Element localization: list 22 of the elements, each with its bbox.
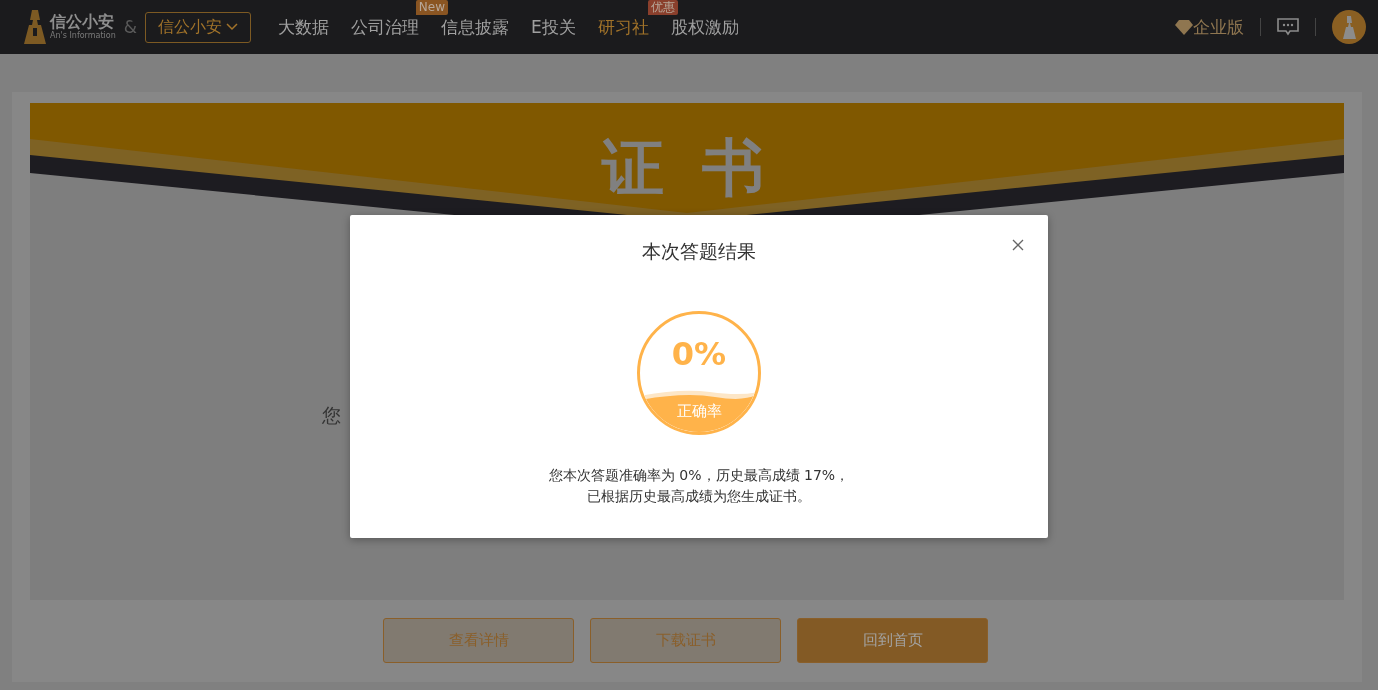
chat-icon[interactable]: [1277, 18, 1299, 36]
result-message: 您本次答题准确率为 0%，历史最高成绩 17%，: [548, 466, 850, 485]
avatar-icon[interactable]: [1332, 10, 1366, 44]
logo-name: 信公小安: [50, 13, 115, 31]
chevron-down-icon: [226, 23, 239, 31]
ampersand: &: [123, 17, 138, 37]
result-message: 已根据历史最高成绩为您生成证书。: [586, 487, 812, 506]
tower-logo-icon: [24, 10, 46, 44]
product-dropdown[interactable]: 信公小安: [145, 11, 252, 43]
certificate-text: 您: [322, 403, 341, 428]
nav-badge: 优惠: [647, 0, 678, 15]
nav-badge: New: [415, 0, 449, 15]
nav-link[interactable]: E投关: [520, 8, 587, 46]
score-value: 0%: [670, 335, 728, 373]
edition-label: 企业版: [1193, 15, 1244, 39]
nav-link[interactable]: 大数据: [267, 8, 341, 46]
diamond-icon: [1175, 19, 1193, 35]
dialog-title: 本次答题结果: [642, 239, 756, 264]
score-label: 正确率: [675, 402, 723, 421]
close-icon[interactable]: [1010, 237, 1026, 253]
certificate-title: 证 书: [602, 135, 772, 201]
logo-subtitle: An's Information: [50, 31, 116, 41]
